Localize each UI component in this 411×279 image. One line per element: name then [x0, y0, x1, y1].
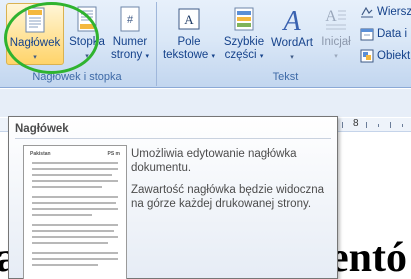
document-text-right: entó: [330, 235, 407, 279]
thumbnail-line: [32, 208, 118, 210]
page-number-button[interactable]: # Numer strony ▾: [110, 3, 150, 69]
wordart-icon: A: [281, 6, 301, 37]
wordart-button[interactable]: A WordArt ▾: [268, 3, 316, 69]
thumbnail-line: [32, 224, 118, 226]
thumbnail-line: [32, 236, 118, 238]
thumbnail-header-right: PS m: [107, 151, 120, 157]
date-time-label: Data i: [377, 28, 408, 41]
svg-text:A: A: [281, 6, 301, 33]
quick-parts-label-1: Szybkie: [223, 36, 265, 48]
ruler-tick: [366, 122, 367, 128]
thumbnail-line: [32, 252, 118, 254]
header-page-icon: [25, 7, 45, 33]
drop-cap-button[interactable]: A Inicjał ▾: [318, 3, 354, 69]
thumbnail-line: [32, 202, 116, 204]
tooltip-preview-thumbnail: Pakistan PS m: [23, 145, 127, 279]
ribbon: Nagłówek ▾ Stopka ▾ # Numer strony ▾ Nag…: [0, 0, 411, 88]
signature-line-icon: [361, 6, 373, 18]
object-button[interactable]: Obiekt: [360, 49, 410, 67]
footer-button-label: Stopka: [69, 36, 105, 48]
chevron-down-icon: ▾: [290, 54, 294, 61]
text-box-label-1: Pole: [177, 36, 201, 48]
object-label: Obiekt: [377, 50, 411, 63]
thumbnail-line: [32, 264, 98, 266]
text-box-button[interactable]: A Pole tekstowe ▾: [162, 3, 216, 69]
chevron-down-icon: ▾: [33, 54, 37, 61]
date-time-icon: [360, 28, 374, 41]
tooltip-title: Nagłówek: [15, 123, 69, 135]
ruler-tick: [378, 124, 379, 127]
page-number-label-1: Numer: [112, 36, 148, 48]
thumbnail-line: [32, 196, 118, 198]
svg-text:A: A: [325, 8, 337, 25]
thumbnail-header-left: Pakistan: [30, 151, 51, 157]
quick-parts-icon: [234, 7, 254, 31]
tooltip-separator: [15, 138, 331, 139]
header-button[interactable]: Nagłówek ▾: [6, 3, 64, 65]
svg-text:#: #: [127, 14, 134, 26]
page-number-label-2-text: strony: [110, 49, 143, 61]
svg-text:A: A: [184, 12, 194, 27]
quick-parts-label-2-text: części: [224, 49, 257, 61]
footer-page-icon: [77, 6, 97, 32]
group-separator: [156, 2, 157, 86]
thumbnail-line: [32, 230, 114, 232]
thumbnail-line: [32, 168, 118, 170]
text-box-label-2-text: tekstowe: [162, 49, 209, 61]
quick-parts-button[interactable]: Szybkie części ▾: [220, 3, 268, 69]
thumbnail-line: [32, 180, 118, 182]
text-group-label: Tekst: [272, 71, 299, 83]
wordart-label: WordArt: [271, 37, 313, 49]
date-time-button[interactable]: Data i: [360, 27, 407, 45]
ruler-top-bar: [0, 89, 411, 117]
chevron-down-icon: ▾: [145, 53, 150, 60]
text-box-icon: A: [178, 8, 200, 30]
chevron-down-icon: ▾: [85, 53, 89, 60]
signature-line-button[interactable]: Wiersz: [360, 5, 411, 23]
thumbnail-line: [32, 242, 108, 244]
thumbnail-line: [32, 162, 118, 164]
drop-cap-label: Inicjał: [321, 36, 351, 48]
signature-line-label: Wiersz: [377, 6, 411, 19]
chevron-down-icon: ▾: [334, 53, 338, 60]
ruler-number: 8: [353, 118, 359, 129]
page-number-label-2: strony ▾: [110, 49, 150, 63]
thumbnail-line: [32, 174, 112, 176]
chevron-down-icon: ▾: [211, 53, 216, 60]
ruler-tick: [342, 122, 343, 128]
quick-parts-label-2: części ▾: [220, 49, 268, 63]
thumbnail-line: [32, 214, 92, 216]
ruler-tick: [402, 124, 403, 127]
ruler-tick: [390, 122, 391, 128]
drop-cap-icon: A: [325, 8, 346, 30]
header-tooltip: Nagłówek Pakistan PS m Umożliwia edytowa…: [8, 116, 338, 279]
chevron-down-icon: ▾: [259, 53, 264, 60]
footer-button[interactable]: Stopka ▾: [66, 3, 108, 65]
tooltip-description-2: Zawartość nagłówka będzie widoczna na gó…: [131, 184, 325, 210]
thumbnail-line: [32, 186, 102, 188]
header-footer-group-label: Nagłówek i stopka: [32, 71, 122, 83]
header-button-label: Nagłówek: [9, 37, 61, 49]
page-number-icon: #: [120, 6, 140, 32]
object-icon: [360, 49, 374, 63]
thumbnail-line: [32, 258, 118, 260]
text-box-label-2: tekstowe ▾: [162, 49, 216, 63]
tooltip-description-1: Umożliwia edytowanie nagłówka dokumentu.: [131, 148, 297, 174]
